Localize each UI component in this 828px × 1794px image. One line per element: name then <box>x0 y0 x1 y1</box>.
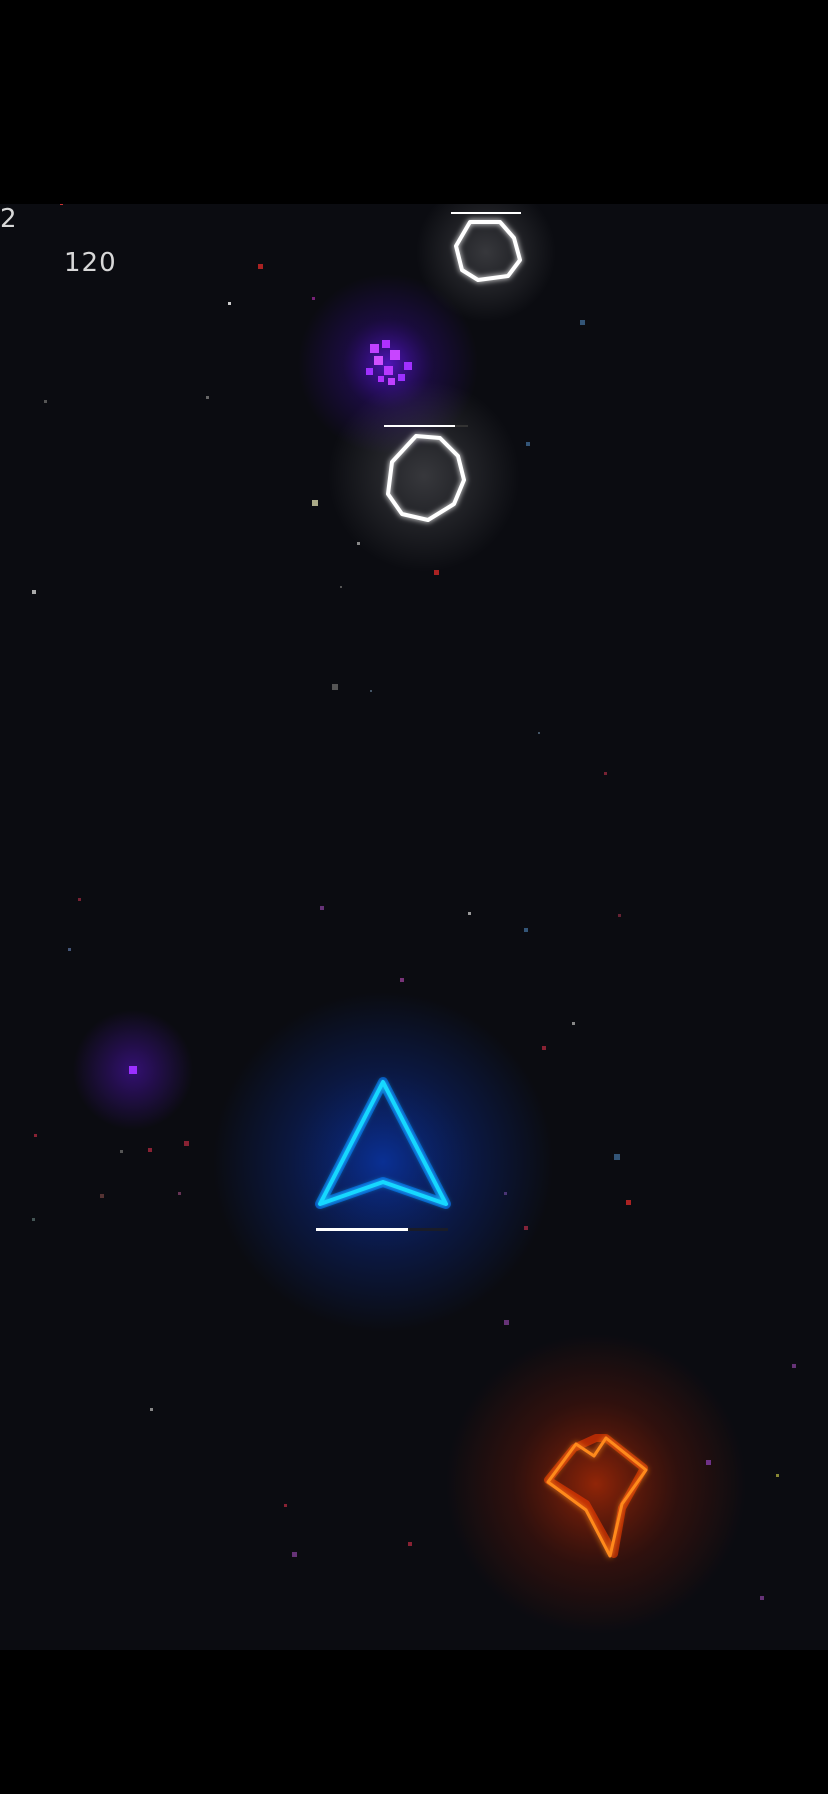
enemy-ship-icon <box>446 1334 746 1634</box>
asteroid <box>328 380 520 572</box>
top-letterbox <box>0 0 828 204</box>
asteroid-health-bar <box>451 212 521 214</box>
game-playfield[interactable]: 2 120 <box>0 204 828 1650</box>
arrowhead-ship-icon[interactable] <box>213 992 553 1332</box>
purple-particle-icon <box>73 1010 193 1130</box>
score-counter: 120 <box>64 248 117 278</box>
lives-counter: 2 <box>0 204 18 234</box>
game-scene <box>32 204 796 1634</box>
player-health-bar <box>316 1228 448 1231</box>
asteroid-health-bar <box>384 425 468 427</box>
bottom-letterbox <box>0 1650 828 1794</box>
